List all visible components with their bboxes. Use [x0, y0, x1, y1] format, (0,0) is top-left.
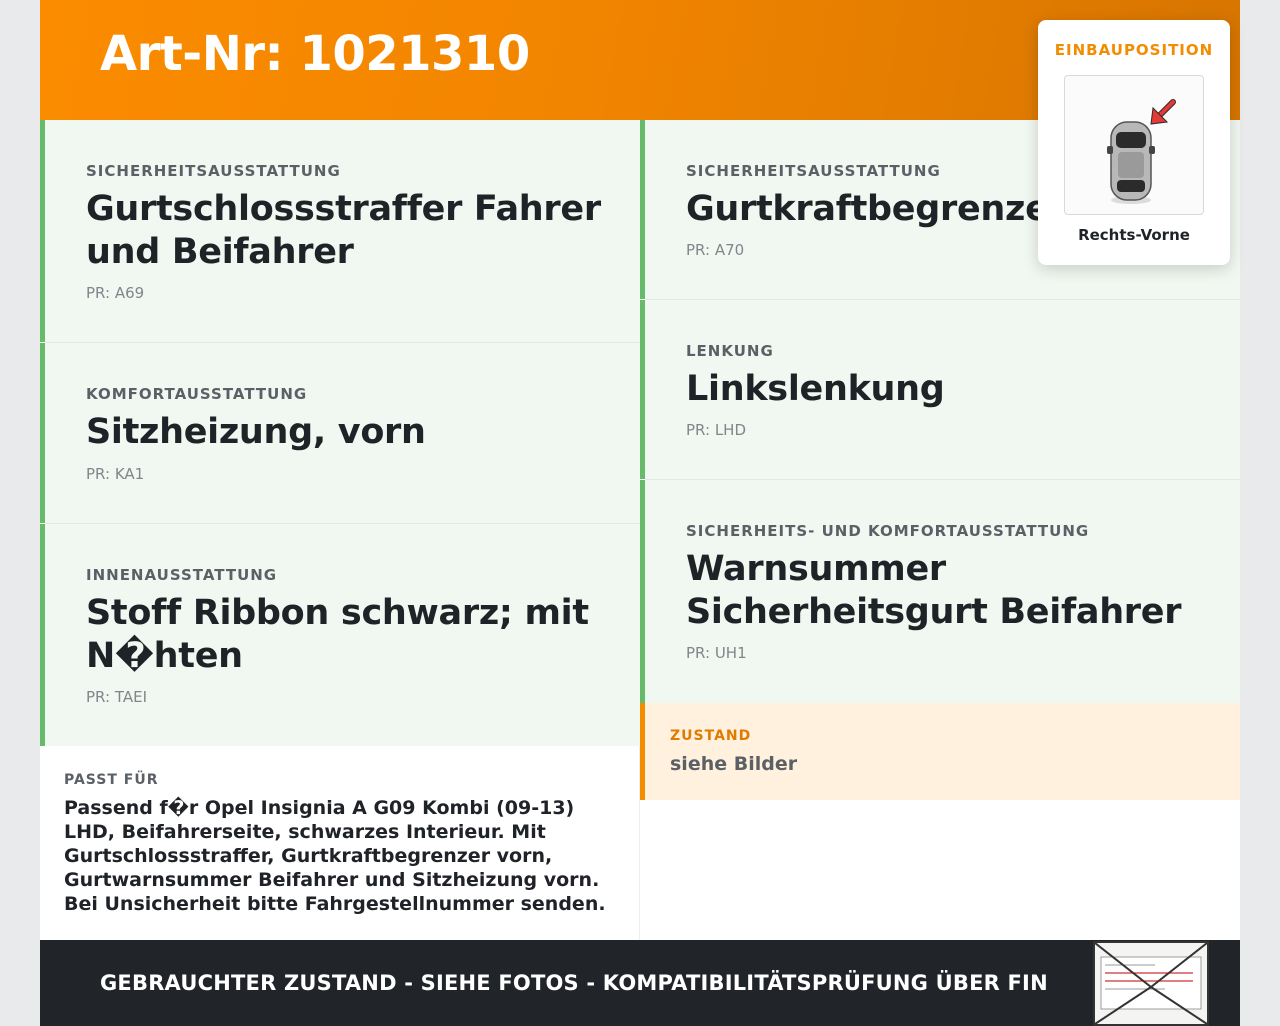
install-position-popup: EINBAUPOSITION Rechts-Vorne	[1038, 20, 1230, 265]
feature-pr-code: PR: UH1	[686, 644, 747, 662]
article-number-title: Art-Nr: 1021310	[100, 26, 530, 82]
feature-pr-code: PR: KA1	[86, 465, 145, 483]
feature-title: Warnsummer Sicherheitsgurt Beifahrer	[686, 549, 1182, 632]
feature-category: KOMFORTAUSSTATTUNG	[86, 385, 308, 403]
feature-card: INNENAUSSTATTUNG Stoff Ribbon schwarz; m…	[40, 524, 640, 746]
feature-category: LENKUNG	[686, 342, 774, 360]
feature-pr-code: PR: A69	[86, 284, 145, 302]
feature-title: Stoff Ribbon schwarz; mit N�hten	[86, 593, 589, 676]
footer-bar: GEBRAUCHTER ZUSTAND - SIEHE FOTOS - KOMP…	[40, 940, 1240, 1026]
feature-pr-code: PR: LHD	[686, 421, 747, 439]
compatibility-section: PASST FÜR Passend f�r Opel Insignia A G0…	[40, 746, 640, 940]
feature-category: SICHERHEITSAUSSTATTUNG	[686, 162, 941, 180]
feature-card: LENKUNG Linkslenkung PR: LHD	[640, 300, 1240, 479]
condition-label: ZUSTAND	[670, 728, 752, 744]
car-top-view-icon	[1107, 121, 1155, 204]
install-position-label: EINBAUPOSITION	[1054, 41, 1214, 59]
footer-notice: GEBRAUCHTER ZUSTAND - SIEHE FOTOS - KOMP…	[100, 971, 1048, 995]
compatibility-label: PASST FÜR	[64, 772, 159, 788]
feature-title: Sitzheizung, vorn	[86, 412, 426, 452]
install-position-value: Rechts-Vorne	[1078, 226, 1190, 244]
feature-card: KOMFORTAUSSTATTUNG Sitzheizung, vorn PR:…	[40, 343, 640, 523]
condition-value: siehe Bilder	[670, 753, 798, 775]
feature-title: Linkslenkung	[686, 369, 945, 409]
feature-title: Gurtschlossstraffer Fahrer und Beifahrer	[86, 189, 601, 272]
install-position-image	[1064, 75, 1204, 215]
feature-category: SICHERHEITSAUSSTATTUNG	[86, 162, 341, 180]
compatibility-text: Passend f�r Opel Insignia A G09 Kombi (0…	[64, 797, 606, 915]
feature-category: INNENAUSSTATTUNG	[86, 566, 278, 584]
document-envelope-icon	[1093, 941, 1209, 1026]
feature-pr-code: PR: A70	[686, 241, 745, 259]
feature-card: SICHERHEITS- UND KOMFORTAUSSTATTUNG Warn…	[640, 480, 1240, 703]
red-arrow-icon	[1150, 99, 1176, 125]
feature-card: SICHERHEITSAUSSTATTUNG Gurtschlossstraff…	[40, 120, 640, 342]
feature-category: SICHERHEITS- UND KOMFORTAUSSTATTUNG	[686, 522, 1090, 540]
feature-pr-code: PR: TAEI	[86, 688, 147, 706]
condition-section: ZUSTAND siehe Bilder	[640, 703, 1240, 800]
